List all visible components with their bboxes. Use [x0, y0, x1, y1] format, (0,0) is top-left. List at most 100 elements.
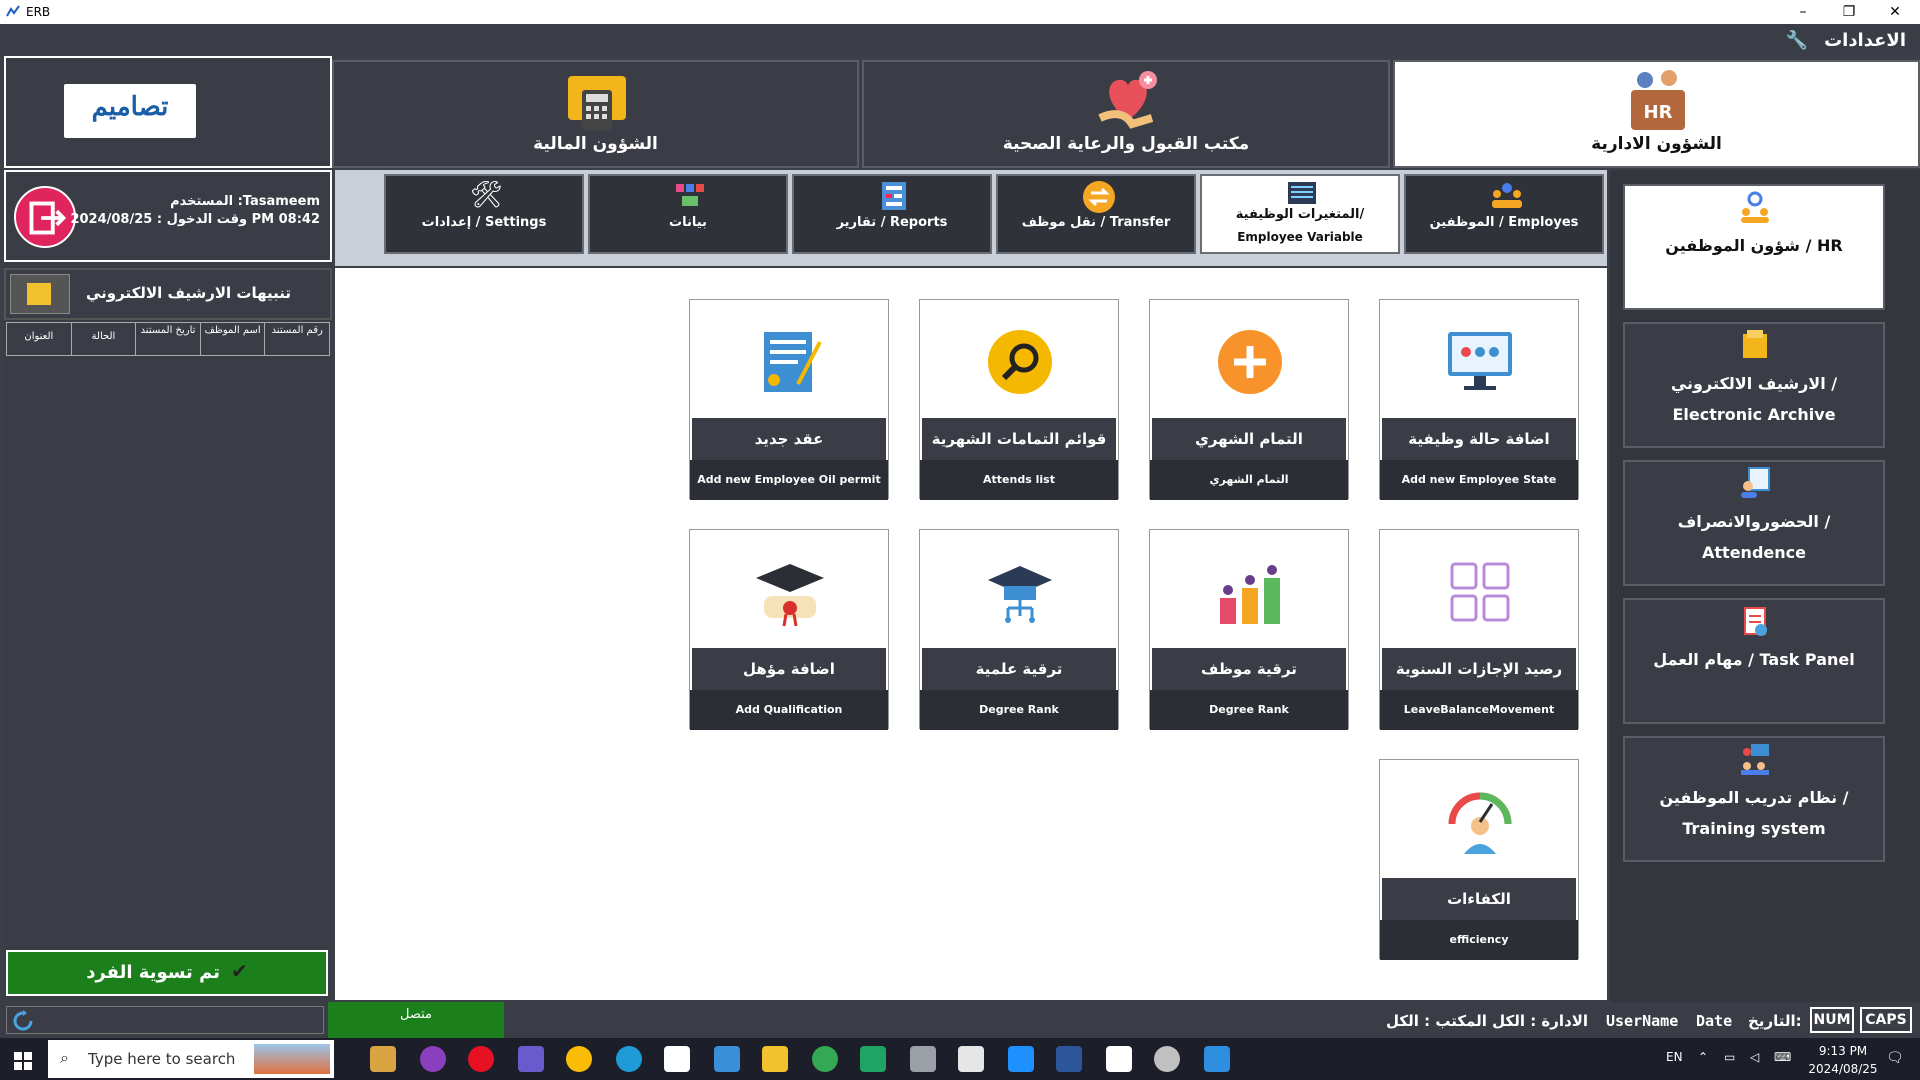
tile-attends-list[interactable]: قوائم التمامات الشهرية Attends list: [919, 299, 1119, 500]
tray-chevron-icon[interactable]: ⌃: [1698, 1050, 1708, 1064]
taskbar-app-ms-icon[interactable]: [370, 1046, 396, 1072]
taskbar-app-cube-icon[interactable]: [860, 1046, 886, 1072]
username-label: UserName: [1606, 1012, 1679, 1030]
tile-academic-promotion[interactable]: ترقية علمية Degree Rank: [919, 529, 1119, 730]
taskbar-app-blue-icon[interactable]: [1204, 1046, 1230, 1072]
logout-button[interactable]: [14, 186, 76, 248]
taskbar-app-play-icon[interactable]: [518, 1046, 544, 1072]
subtab-transfer[interactable]: نقل موظف / Transfer: [996, 174, 1196, 254]
side-hr[interactable]: شؤون الموظفين / HR: [1623, 184, 1885, 310]
subtab-settings-label: إعدادات / Settings: [421, 215, 547, 230]
windows-start-icon[interactable]: [14, 1052, 32, 1070]
module-admin-affairs-label: الشؤون الادارية: [1591, 134, 1722, 154]
settle-button[interactable]: تم تسوية الفرد ✔: [6, 950, 328, 996]
clock-date[interactable]: 2024/08/25: [1808, 1062, 1878, 1076]
search-icon: ⌕: [60, 1048, 69, 1067]
taskbar-word-icon[interactable]: [1056, 1046, 1082, 1072]
hr-icon: HR: [1631, 70, 1685, 130]
subtab-reports[interactable]: تقارير / Reports: [792, 174, 992, 254]
restore-button[interactable]: ❐: [1826, 0, 1872, 24]
keyboard-language[interactable]: EN: [1666, 1050, 1683, 1064]
tile-employee-promotion-en: Degree Rank: [1150, 690, 1348, 730]
side-electronic-archive[interactable]: الارشيف الالكتروني / Electronic Archive: [1623, 322, 1885, 448]
module-admission-health[interactable]: مكتب القبول والرعاية الصحية: [862, 60, 1390, 168]
taskbar-opera-icon[interactable]: [468, 1046, 494, 1072]
training-icon: [1741, 744, 1769, 775]
clock-time[interactable]: 9:13 PM: [1808, 1044, 1878, 1058]
taskbar-chrome-icon[interactable]: [566, 1046, 592, 1072]
volume-icon[interactable]: ◁: [1750, 1050, 1759, 1064]
gauge-person-icon: [1448, 792, 1512, 854]
subtab-data-label: بيانات: [669, 215, 707, 230]
hr-gear-icon: [1741, 191, 1769, 223]
taskbar-chrome-profile-icon[interactable]: [812, 1046, 838, 1072]
tile-employee-promotion-ar: ترقية موظف: [1152, 648, 1346, 690]
tile-add-qualification-ar: اضافة مؤهل: [692, 648, 886, 690]
subtab-employees[interactable]: الموظفين / Employes: [1404, 174, 1604, 254]
contract-icon: [764, 332, 822, 392]
finance-calculator-icon: [568, 76, 626, 130]
side-training-system[interactable]: نظام تدريب الموظفين / Training system: [1623, 736, 1885, 862]
taskbar-search-placeholder: Type here to search: [88, 1050, 236, 1068]
tile-monthly-attendance-ar: التمام الشهري: [1152, 418, 1346, 460]
tile-efficiency-ar: الكفاءات: [1382, 878, 1576, 920]
archive-folder-icon[interactable]: [10, 274, 70, 314]
archive-alerts-header: تنبيهات الارشيف الالكتروني: [4, 268, 332, 320]
taskbar-app-c-icon[interactable]: [420, 1046, 446, 1072]
taskbar-erb-active-icon[interactable]: [1106, 1046, 1132, 1072]
subtab-data[interactable]: بيانات: [588, 174, 788, 254]
svg-text:HR: HR: [1644, 102, 1673, 123]
notifications-icon[interactable]: 🗨: [1886, 1050, 1904, 1066]
checkmark-icon: ✔: [231, 959, 248, 983]
refresh-icon[interactable]: [11, 1009, 35, 1033]
caps-indicator: CAPS: [1860, 1007, 1912, 1033]
subtab-employee-variable[interactable]: المتغيرات الوظيفية/ Employee Variable: [1200, 174, 1400, 254]
tile-new-contract[interactable]: عقد جديد Add new Employee Oil permit: [689, 299, 889, 500]
data-blocks-icon: [676, 184, 704, 206]
taskbar-app-paint-icon[interactable]: [1154, 1046, 1180, 1072]
subtab-transfer-label: نقل موظف / Transfer: [1021, 215, 1171, 230]
taskbar-search[interactable]: ⌕ Type here to search: [48, 1040, 334, 1078]
attendance-icon: [1741, 467, 1770, 498]
tile-efficiency[interactable]: الكفاءات efficiency: [1379, 759, 1579, 960]
heart-care-icon: [1098, 71, 1157, 129]
close-button[interactable]: ✕: [1872, 0, 1918, 24]
office-filter: الادارة : الكل المكتب : الكل: [1386, 1012, 1589, 1030]
side-task-panel[interactable]: مهام العمل / Task Panel: [1623, 598, 1885, 724]
network-icon[interactable]: ▭: [1724, 1050, 1735, 1064]
taskbar-app-window-icon[interactable]: [1008, 1046, 1034, 1072]
module-admission-health-label: مكتب القبول والرعاية الصحية: [1002, 134, 1250, 154]
status-bar: متصل الادارة : الكل المكتب : الكل UserNa…: [0, 1002, 1920, 1038]
taskbar-erb-icon[interactable]: [664, 1046, 690, 1072]
page-title: الاعدادات: [1824, 30, 1906, 51]
minimize-button[interactable]: –: [1780, 0, 1826, 24]
app-logo-icon: [6, 5, 20, 17]
side-attendance[interactable]: الحضوروالانصراف / Attendence: [1623, 460, 1885, 586]
taskbar-calculator-icon[interactable]: [958, 1046, 984, 1072]
window-titlebar: ERB – ❐ ✕: [0, 0, 1920, 24]
tile-leave-balance-en: LeaveBalanceMovement: [1380, 690, 1578, 730]
taskbar-edge-icon[interactable]: [616, 1046, 642, 1072]
tile-add-employee-state[interactable]: اضافة حالة وظيفية Add new Employee State: [1379, 299, 1579, 500]
tile-efficiency-en: efficiency: [1380, 920, 1578, 960]
subtab-reports-label: تقارير / Reports: [836, 215, 948, 230]
tile-add-qualification[interactable]: اضافة مؤهل Add Qualification: [689, 529, 889, 730]
connection-status: متصل: [328, 1002, 504, 1038]
module-admin-affairs[interactable]: HR الشؤون الادارية: [1393, 60, 1920, 168]
reports-icon: [882, 182, 906, 210]
tile-leave-balance[interactable]: رصيد الإجازات السنوية LeaveBalanceMoveme…: [1379, 529, 1579, 730]
employee-variable-icon: [1288, 182, 1316, 204]
taskbar-explorer-icon[interactable]: [762, 1046, 788, 1072]
tile-monthly-attendance[interactable]: التمام الشهري التمام الشهري: [1149, 299, 1349, 500]
taskbar-mail-icon[interactable]: [714, 1046, 740, 1072]
keyboard-icon[interactable]: ⌨: [1774, 1050, 1791, 1064]
taskbar-app-scanner-icon[interactable]: [910, 1046, 936, 1072]
col-status: الحالة: [70, 323, 136, 355]
tile-employee-promotion[interactable]: ترقية موظف Degree Rank: [1149, 529, 1349, 730]
subtab-settings[interactable]: 🛠 إعدادات / Settings: [384, 174, 584, 254]
leave-grid-icon: [1450, 562, 1510, 622]
search-highlight-image: [254, 1044, 330, 1074]
num-indicator: NUM: [1810, 1007, 1854, 1033]
module-finance[interactable]: الشؤون المالية: [332, 60, 859, 168]
grad-cap-network-icon: [988, 566, 1052, 623]
